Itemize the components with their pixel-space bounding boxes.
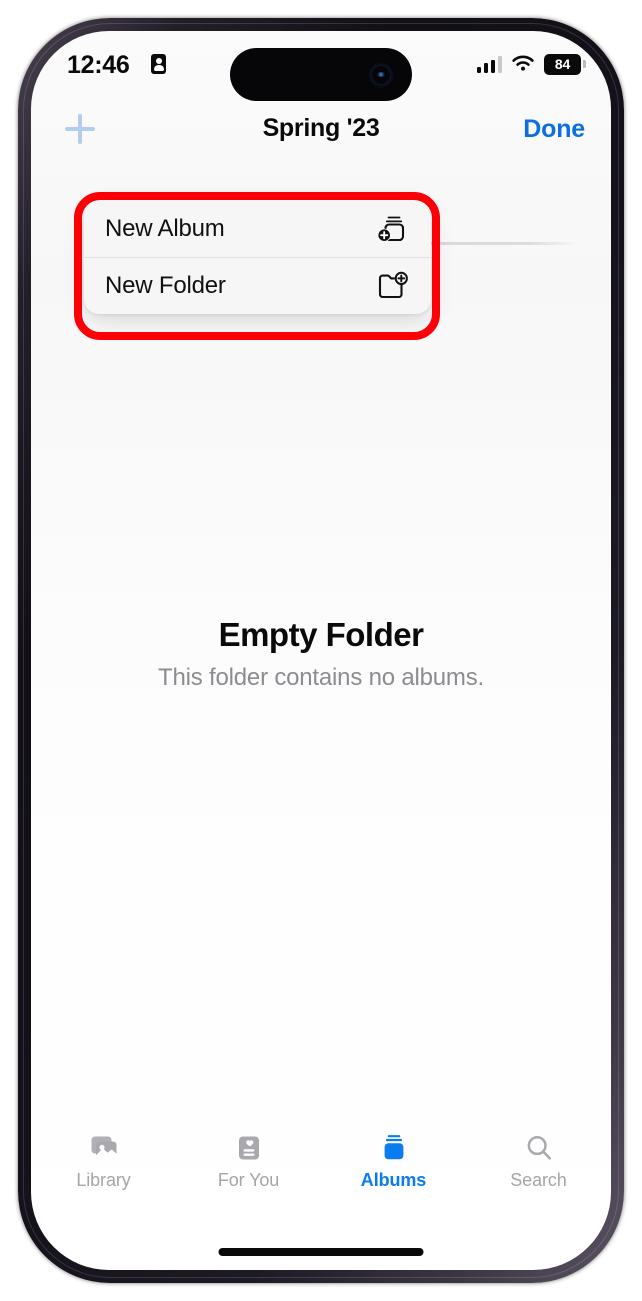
- tab-label: Search: [510, 1170, 567, 1190]
- menu-item-new-album[interactable]: New Album: [84, 200, 431, 257]
- tab-label: Albums: [360, 1170, 427, 1190]
- wifi-icon: [512, 55, 534, 71]
- for-you-card-icon: [238, 1136, 259, 1160]
- tab-albums[interactable]: Albums: [321, 1132, 466, 1191]
- empty-state-subtitle: This folder contains no albums.: [158, 664, 484, 691]
- empty-state-title: Empty Folder: [218, 616, 424, 653]
- photo-stack-icon: [91, 1136, 116, 1159]
- dynamic-island: [230, 48, 412, 101]
- screenshot-stage: 12:46 84 Spring '23 Done New Album New F…: [0, 0, 642, 1301]
- front-camera-icon: [372, 66, 390, 84]
- new-album-icon: [377, 216, 405, 242]
- empty-state: Empty Folder This folder contains no alb…: [31, 616, 611, 692]
- battery-level: 84: [554, 56, 571, 72]
- status-indicators: 84: [476, 51, 586, 77]
- phone-screen: 12:46 84 Spring '23 Done New Album New F…: [31, 31, 611, 1270]
- contact-card-icon: [151, 54, 166, 74]
- tab-label: Library: [76, 1170, 131, 1190]
- tab-search[interactable]: Search: [466, 1132, 611, 1191]
- tab-bar: Library For You Albums Search: [31, 1126, 611, 1218]
- status-time: 12:46: [67, 51, 130, 79]
- menu-item-label: New Album: [105, 214, 225, 242]
- magnifier-icon: [527, 1136, 551, 1160]
- cellular-bars-icon: [476, 55, 502, 73]
- albums-stack-icon: [384, 1135, 403, 1160]
- battery-indicator: 84: [544, 53, 586, 75]
- new-folder-icon: [378, 271, 408, 299]
- background-separator: [422, 242, 577, 245]
- tab-label: For You: [217, 1170, 280, 1190]
- done-button[interactable]: Done: [523, 115, 585, 144]
- menu-item-label: New Folder: [105, 272, 226, 299]
- new-item-context-menu: New Album New Folder: [84, 200, 431, 314]
- tab-for-you[interactable]: For You: [176, 1132, 321, 1191]
- navigation-bar: Spring '23 Done: [31, 105, 611, 157]
- home-indicator[interactable]: [218, 1248, 424, 1256]
- menu-item-new-folder[interactable]: New Folder: [84, 257, 431, 314]
- tab-library[interactable]: Library: [31, 1132, 176, 1191]
